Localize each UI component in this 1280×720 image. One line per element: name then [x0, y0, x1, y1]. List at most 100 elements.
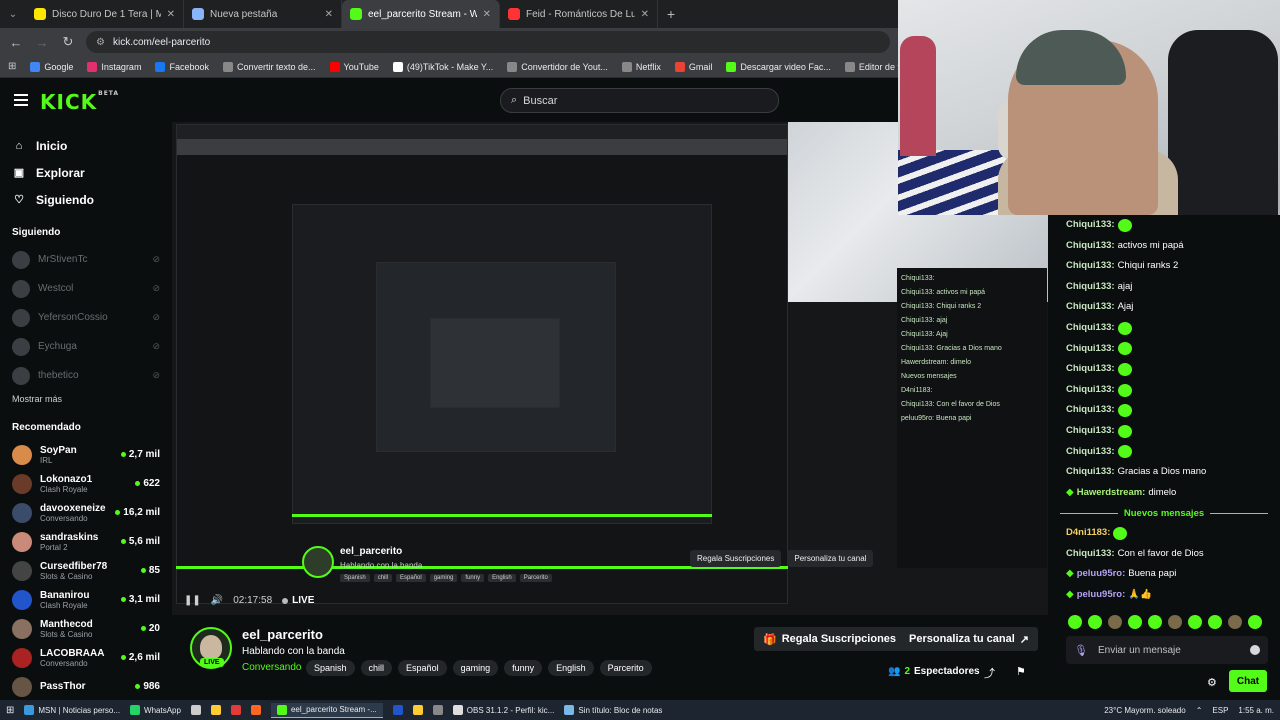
chat-username[interactable]: Chiqui133:: [1066, 380, 1115, 401]
following-channel[interactable]: MrStivenTc ⊘: [0, 245, 172, 274]
tab-close-icon[interactable]: ✕: [641, 9, 649, 20]
bookmark-item[interactable]: Convertidor de Yout...: [507, 61, 608, 72]
chat-username[interactable]: Chiqui133:: [1066, 297, 1115, 318]
back-arrow-icon[interactable]: ←: [8, 35, 24, 50]
stream-tag[interactable]: funny: [504, 660, 543, 676]
chat-username[interactable]: Chiqui133:: [1066, 339, 1115, 360]
sidebar-nav-inicio[interactable]: ⌂ Inicio: [12, 132, 160, 159]
bookmark-item[interactable]: YouTube: [329, 61, 379, 72]
following-channel[interactable]: Eychuga ⊘: [0, 332, 172, 361]
recommended-channel[interactable]: LACOBRAAA Conversando 2,6 mil: [0, 643, 172, 672]
bookmark-item[interactable]: Instagram: [87, 61, 141, 72]
clock[interactable]: 1:55 a. m.: [1238, 706, 1274, 715]
recommended-channel[interactable]: Cursedfiber78 Slots & Casino 85: [0, 556, 172, 585]
bookmark-item[interactable]: Facebook: [155, 61, 209, 72]
site-info-icon[interactable]: ⚙: [96, 37, 105, 48]
tab-close-icon[interactable]: ✕: [325, 9, 333, 20]
chat-send-button[interactable]: Chat: [1229, 670, 1267, 692]
windows-start-icon[interactable]: ⊞: [6, 705, 14, 716]
bookmark-item[interactable]: Google: [30, 61, 73, 72]
recommended-channel[interactable]: Bananirou Clash Royale 3,1 mil: [0, 585, 172, 614]
forward-arrow-icon[interactable]: →: [34, 35, 50, 50]
browser-tab[interactable]: eel_parcerito Stream - Watch Li ✕: [342, 0, 500, 28]
stream-tag[interactable]: English: [548, 660, 594, 676]
chat-username[interactable]: peluu95ro:: [1077, 564, 1126, 585]
bookmark-item[interactable]: Gmail: [674, 61, 712, 72]
stream-tag[interactable]: Spanish: [306, 660, 355, 676]
recommended-channel[interactable]: sandraskins Portal 2 5,6 mil: [0, 527, 172, 556]
streamer-name[interactable]: eel_parcerito: [242, 627, 323, 642]
taskbar-app[interactable]: [392, 705, 403, 715]
stream-category[interactable]: Conversando: [242, 662, 301, 673]
chat-settings-gear-icon[interactable]: ⚙: [1207, 676, 1217, 689]
chat-username[interactable]: Chiqui133:: [1066, 359, 1115, 380]
taskbar-app[interactable]: [210, 705, 221, 715]
taskbar-app[interactable]: [190, 705, 201, 715]
taskbar-app[interactable]: MSN | Noticias perso...: [24, 705, 120, 715]
chat-username[interactable]: Chiqui133:: [1066, 462, 1115, 483]
browser-tab[interactable]: Nueva pestaña ✕: [184, 0, 342, 28]
recommended-channel[interactable]: Manthecod Slots & Casino 20: [0, 614, 172, 643]
taskbar-app[interactable]: OBS 31.1.2 - Perfil: kic...: [452, 705, 554, 715]
emoji-icon[interactable]: [1250, 645, 1260, 655]
chat-username[interactable]: Chiqui133:: [1066, 215, 1115, 236]
chat-username[interactable]: peluu95ro:: [1077, 585, 1126, 606]
chat-username[interactable]: Chiqui133:: [1066, 236, 1115, 257]
gift-subs-button[interactable]: 🎁 Regala Suscripciones: [754, 627, 906, 651]
chat-username[interactable]: Chiqui133:: [1066, 400, 1115, 421]
recommended-channel[interactable]: Lokonazo1 Clash Royale 622: [0, 469, 172, 498]
stream-tag[interactable]: Parcerito: [599, 660, 652, 676]
tab-close-icon[interactable]: ✕: [167, 9, 175, 20]
kick-logo[interactable]: KICKBETA: [40, 90, 119, 114]
browser-tab[interactable]: Feid - Románticos De Lunes ✕: [500, 0, 658, 28]
chat-username[interactable]: Chiqui133:: [1066, 277, 1115, 298]
bookmark-item[interactable]: Convertir texto de...: [222, 61, 316, 72]
recommended-channel[interactable]: PassThor 986: [0, 672, 172, 701]
stream-tag[interactable]: Español: [398, 660, 447, 676]
recommended-channel[interactable]: davooxeneize Conversando 16,2 mil: [0, 498, 172, 527]
new-tab-button[interactable]: +: [658, 0, 684, 28]
chat-username[interactable]: Chiqui133:: [1066, 318, 1115, 339]
reload-icon[interactable]: ↻: [60, 34, 76, 50]
bookmark-item[interactable]: Descargar video Fac...: [726, 61, 831, 72]
taskbar-app[interactable]: [412, 705, 423, 715]
tab-close-icon[interactable]: ✕: [483, 9, 491, 20]
taskbar-app[interactable]: [250, 705, 261, 715]
recommended-channel[interactable]: SoyPan IRL 2,7 mil: [0, 440, 172, 469]
following-channel[interactable]: thebetico ⊘: [0, 361, 172, 390]
chat-input[interactable]: 🎙 Enviar un mensaje: [1066, 636, 1268, 664]
taskbar-app[interactable]: eel_parcerito Stream -...: [270, 702, 383, 718]
taskbar-app[interactable]: WhatsApp: [130, 705, 181, 715]
chat-username[interactable]: D4ni1183:: [1066, 523, 1110, 544]
following-channel[interactable]: YefersonCossio ⊘: [0, 303, 172, 332]
taskbar-app[interactable]: [432, 705, 443, 715]
following-channel[interactable]: Westcol ⊘: [0, 274, 172, 303]
tab-search-chevron-icon[interactable]: ⌄: [0, 0, 26, 28]
chat-username[interactable]: Hawerdstream:: [1077, 483, 1146, 504]
volume-icon[interactable]: 🔊: [211, 595, 223, 606]
report-icon[interactable]: ⚑: [1016, 665, 1026, 678]
play-pause-icon[interactable]: ❚❚: [184, 595, 201, 606]
browser-tab[interactable]: Disco Duro De 1 Tera | Mercado ✕: [26, 0, 184, 28]
chat-username[interactable]: Chiqui133:: [1066, 421, 1115, 442]
microphone-icon[interactable]: 🎙: [1074, 644, 1088, 657]
taskbar-app[interactable]: Sin título: Bloc de notas: [564, 705, 662, 715]
language-indicator[interactable]: ESP: [1212, 706, 1228, 715]
share-icon[interactable]: ⤴: [984, 665, 995, 681]
bookmark-item[interactable]: (49)TikTok - Make Y...: [392, 61, 493, 72]
sidebar-nav-siguiendo[interactable]: ♡ Siguiendo: [12, 186, 160, 213]
customize-channel-button[interactable]: Personaliza tu canal ↗: [900, 627, 1038, 651]
emote-bar[interactable]: [1068, 615, 1268, 631]
search-input[interactable]: ⌕ Buscar: [500, 88, 779, 113]
show-more-link[interactable]: Mostrar más: [0, 394, 172, 416]
chat-username[interactable]: Chiqui133:: [1066, 544, 1115, 565]
sidebar-nav-explorar[interactable]: ▣ Explorar: [12, 159, 160, 186]
hamburger-menu-icon[interactable]: [14, 94, 28, 106]
chat-username[interactable]: Chiqui133:: [1066, 256, 1115, 277]
taskbar-app[interactable]: [230, 705, 241, 715]
tray-chevron-icon[interactable]: ⌃: [1196, 706, 1203, 715]
chat-username[interactable]: Chiqui133:: [1066, 442, 1115, 463]
bookmark-item[interactable]: Netflix: [621, 61, 661, 72]
address-bar[interactable]: ⚙ kick.com/eel-parcerito: [86, 31, 890, 53]
stream-tag[interactable]: chill: [360, 660, 393, 676]
